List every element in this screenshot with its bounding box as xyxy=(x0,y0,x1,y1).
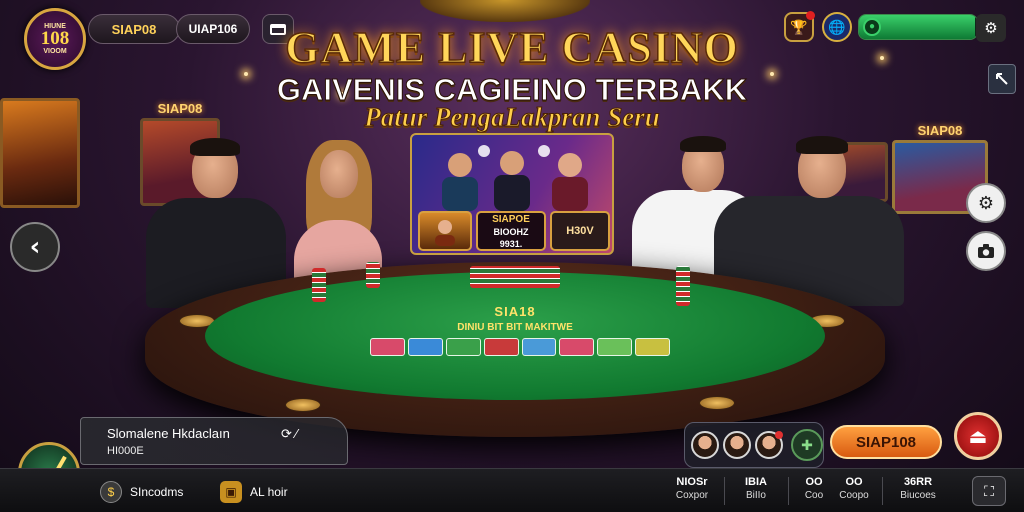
chandelier xyxy=(420,0,590,22)
game-info-subtitle: HI000E xyxy=(107,445,144,457)
divider xyxy=(724,477,725,505)
video-players-scene xyxy=(442,145,588,211)
bottom-item-gift-label: AL hoir xyxy=(250,485,288,499)
add-player-icon[interactable]: ✚ xyxy=(791,429,823,461)
bottom-bar: $ SIncodms ▣ AL hoir NIOSr Coxpor IBIA B… xyxy=(0,468,1024,512)
gear-icon[interactable]: ⚙ xyxy=(966,183,1006,223)
chip-stack xyxy=(366,262,380,288)
bottom-item-coins-label: SIncodms xyxy=(130,485,184,499)
bet-spot[interactable] xyxy=(445,338,481,356)
fullscreen-icon[interactable]: ⛶ xyxy=(972,476,1006,506)
players-group[interactable]: ✚ xyxy=(684,422,824,468)
stats-card-line2: BIOOHZ xyxy=(493,226,529,237)
stat-label: NIOSr xyxy=(676,476,708,488)
bet-spot[interactable] xyxy=(407,338,443,356)
stat-label: IBIA xyxy=(745,476,767,488)
bet-spot[interactable] xyxy=(559,338,595,356)
avatar[interactable] xyxy=(723,431,751,459)
table-stats-card[interactable]: SIAPOE BIOOHZ 9931. xyxy=(476,211,546,251)
stat-5: 36RR Biucoes xyxy=(892,475,944,503)
stat-value: Coo xyxy=(804,490,824,501)
expand-icon[interactable] xyxy=(988,64,1016,94)
betting-spots xyxy=(370,338,670,356)
stat-value: Coxpor xyxy=(675,490,709,501)
chevron-left-icon[interactable]: ‹ xyxy=(10,222,60,272)
avatar[interactable] xyxy=(691,431,719,459)
player-icon[interactable] xyxy=(418,211,472,251)
avatar[interactable] xyxy=(755,431,783,459)
chip-icon: ● xyxy=(863,18,881,36)
title-tagline: Patur PengaLakpran Seru xyxy=(364,102,661,133)
bottom-item-coins[interactable]: $ SIncodms xyxy=(100,481,183,503)
stats-card-title: SIAPOE xyxy=(492,213,530,225)
stat-value: BiIIo xyxy=(745,490,766,501)
cta-button[interactable]: SIAP108 xyxy=(830,425,942,459)
stat-value: Biucoes xyxy=(900,490,936,501)
coin-icon: $ xyxy=(100,481,122,503)
divider xyxy=(882,477,883,505)
bet-spot[interactable] xyxy=(521,338,557,356)
table-felt: SIA18 DINIU BIT BIT MAKITWE xyxy=(205,272,825,400)
chip-stack xyxy=(676,266,690,306)
stat-1: NIOSr Coxpor xyxy=(670,475,714,503)
stat-label: 36RR xyxy=(903,476,933,488)
bet-spot[interactable] xyxy=(597,338,633,356)
bet-spot[interactable] xyxy=(483,338,519,356)
stat-label: OO xyxy=(805,476,823,488)
refresh-icon[interactable]: ⟳ ⁄ xyxy=(281,426,298,442)
divider xyxy=(788,477,789,505)
progress-bar: ● xyxy=(858,14,978,40)
stat-value: Coopo xyxy=(839,490,869,501)
bet-spot[interactable] xyxy=(635,338,670,356)
bet-spot[interactable] xyxy=(370,338,405,356)
stat-4: OO Coopo xyxy=(836,475,872,503)
gift-icon: ▣ xyxy=(220,481,242,503)
table-title: SIA18 xyxy=(494,304,536,319)
bottom-item-gift[interactable]: ▣ AL hoir xyxy=(220,481,288,503)
table-subtitle: DINIU BIT BIT MAKITWE xyxy=(457,322,573,333)
chip-tray xyxy=(470,266,560,288)
gear-icon[interactable]: ⚙ xyxy=(976,14,1006,42)
live-video-panel[interactable]: SIAPOE BIOOHZ 9931. H30V xyxy=(410,133,614,255)
notification-dot xyxy=(806,11,815,20)
stat-label: OO xyxy=(845,476,863,488)
score-card[interactable]: H30V xyxy=(550,211,610,251)
trophy-icon[interactable]: 🏆 xyxy=(784,11,815,42)
globe-icon[interactable]: 🌐 xyxy=(822,12,852,42)
stats-card-line3: 9931. xyxy=(499,238,523,249)
camera-icon[interactable] xyxy=(966,231,1006,271)
stat-3: OO Coo xyxy=(800,475,828,503)
game-info-panel[interactable]: Slomalene Hkdaclaın HI000E ⟳ ⁄ xyxy=(80,417,348,465)
cup-holder xyxy=(285,398,321,412)
exit-icon[interactable]: ⏏ xyxy=(954,412,1002,460)
chip-stack xyxy=(312,268,326,302)
game-info-title: Slomalene Hkdaclaın xyxy=(107,426,230,441)
stat-2: IBIA BiIIo xyxy=(738,475,774,503)
cup-holder xyxy=(699,396,735,410)
